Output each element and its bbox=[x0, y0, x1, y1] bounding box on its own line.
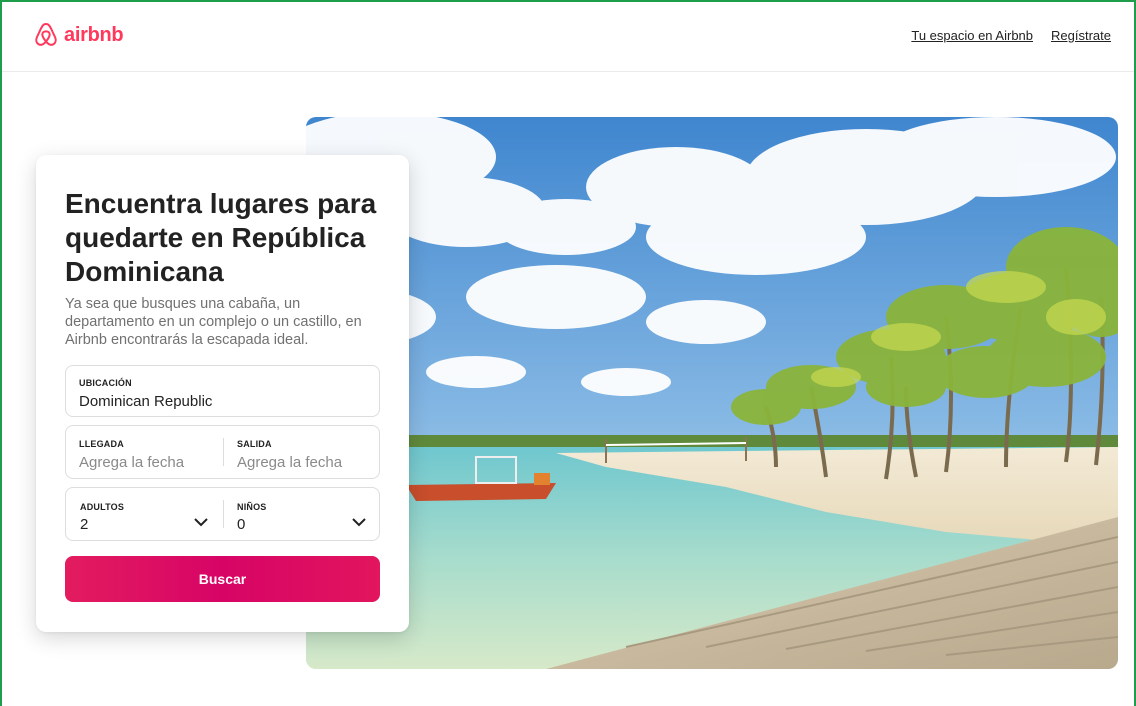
search-button[interactable]: Buscar bbox=[65, 556, 380, 602]
children-value: 0 bbox=[237, 516, 246, 533]
checkin-label: LLEGADA bbox=[79, 439, 124, 449]
checkout-placeholder: Agrega la fecha bbox=[237, 454, 343, 471]
guests-field: ADULTOS 2 NIÑOS 0 bbox=[65, 487, 380, 541]
host-link[interactable]: Tu espacio en Airbnb bbox=[911, 28, 1033, 43]
location-label: UBICACIÓN bbox=[79, 378, 132, 388]
children-label: NIÑOS bbox=[237, 502, 267, 512]
adults-value: 2 bbox=[80, 516, 89, 533]
logo-wordmark: airbnb bbox=[64, 23, 124, 46]
chevron-down-icon bbox=[194, 518, 208, 527]
adults-select[interactable]: ADULTOS 2 bbox=[66, 488, 223, 542]
dates-field: LLEGADA Agrega la fecha SALIDA Agrega la… bbox=[65, 425, 380, 479]
header-nav: Tu espacio en Airbnb Regístrate bbox=[911, 28, 1111, 43]
top-header: airbnb Tu espacio en Airbnb Regístrate bbox=[0, 0, 1136, 72]
chevron-down-icon bbox=[352, 518, 366, 527]
adults-label: ADULTOS bbox=[80, 502, 125, 512]
airbnb-logo-icon bbox=[35, 23, 57, 46]
children-select[interactable]: NIÑOS 0 bbox=[224, 488, 381, 542]
card-description: Ya sea que busques una cabaña, un depart… bbox=[65, 296, 362, 348]
checkout-field[interactable]: SALIDA Agrega la fecha bbox=[224, 426, 381, 480]
checkin-placeholder: Agrega la fecha bbox=[79, 454, 185, 471]
checkout-label: SALIDA bbox=[237, 439, 272, 449]
checkin-field[interactable]: LLEGADA Agrega la fecha bbox=[66, 426, 223, 480]
search-card: Encuentra lugares para quedarte en Repúb… bbox=[36, 155, 409, 632]
hero-image bbox=[306, 117, 1118, 669]
location-value: Dominican Republic bbox=[79, 393, 213, 410]
airbnb-logo[interactable]: airbnb bbox=[34, 22, 124, 48]
location-field[interactable]: UBICACIÓN Dominican Republic bbox=[65, 365, 380, 417]
card-title: Encuentra lugares para quedarte en Repúb… bbox=[65, 188, 377, 287]
signup-link[interactable]: Regístrate bbox=[1051, 28, 1111, 43]
